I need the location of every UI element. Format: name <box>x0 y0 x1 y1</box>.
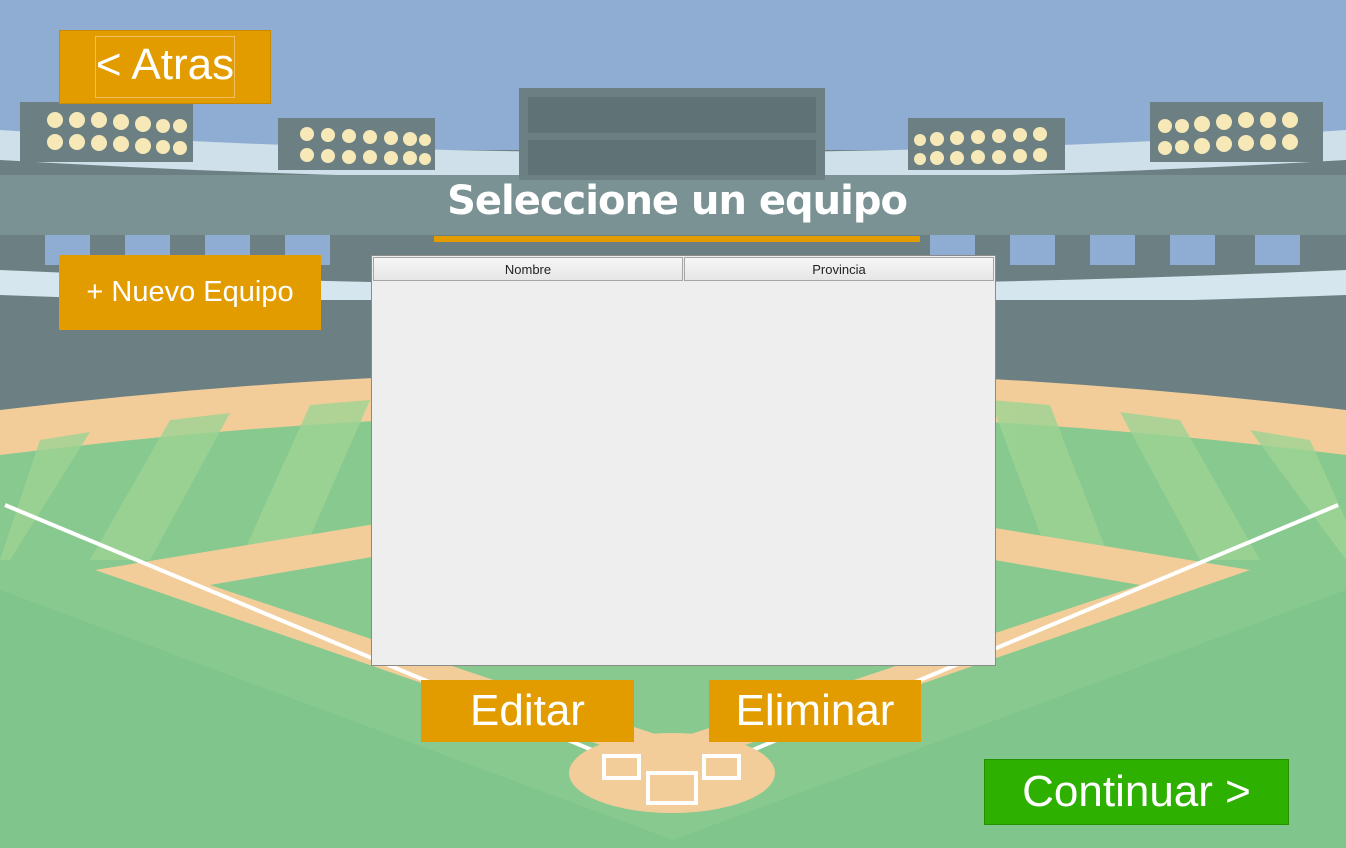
continue-button-label: Continuar > <box>1022 767 1251 816</box>
table-header: Nombre Provincia <box>373 257 994 281</box>
new-team-button[interactable]: + Nuevo Equipo <box>59 255 321 330</box>
continue-button[interactable]: Continuar > <box>984 759 1289 825</box>
teams-table[interactable]: Nombre Provincia <box>371 255 996 666</box>
back-button[interactable]: < Atras <box>59 30 271 104</box>
title-underline <box>434 236 920 242</box>
delete-button-label: Eliminar <box>735 686 895 735</box>
edit-button-label: Editar <box>470 686 585 735</box>
page-title: Seleccione un equipo <box>447 178 908 224</box>
new-team-button-label: + Nuevo Equipo <box>86 276 294 308</box>
edit-button[interactable]: Editar <box>421 680 634 742</box>
back-button-label: < Atras <box>94 36 236 98</box>
column-header-provincia[interactable]: Provincia <box>684 257 994 281</box>
column-header-nombre[interactable]: Nombre <box>373 257 683 281</box>
delete-button[interactable]: Eliminar <box>709 680 921 742</box>
